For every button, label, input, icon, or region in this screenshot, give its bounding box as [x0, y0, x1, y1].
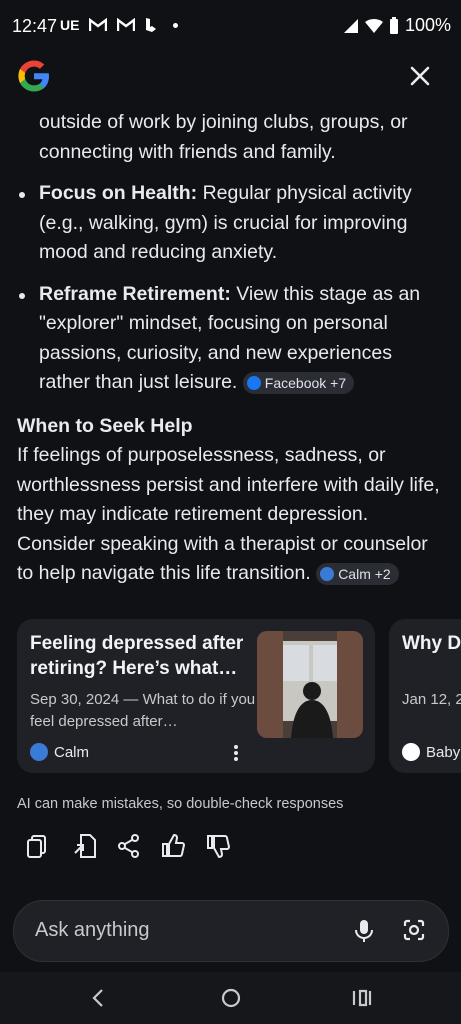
card-source: Calm [30, 743, 89, 761]
source-chip-calm[interactable]: Calm +2 [316, 562, 399, 585]
gmail-icon [117, 18, 136, 31]
section-paragraph: If feelings of purposelessness, sadness,… [17, 441, 447, 589]
ask-input-placeholder[interactable]: Ask anything [35, 919, 150, 942]
copy-icon[interactable] [26, 833, 71, 859]
card-snippet: Jan 12, 2( no longe [402, 691, 461, 708]
system-navigation-bar [0, 972, 461, 1024]
share-icon[interactable] [116, 833, 161, 859]
response-actions [26, 833, 251, 859]
source-chip-facebook[interactable]: Facebook +7 [242, 371, 355, 394]
thumbs-up-icon[interactable] [161, 833, 206, 859]
gmail-icon [89, 18, 108, 31]
source-card[interactable]: Feeling depressed after retiring? Here’s… [17, 619, 375, 773]
export-icon[interactable] [71, 833, 116, 859]
notification-icons: UE [60, 17, 179, 33]
facebook-icon [246, 375, 261, 390]
battery-level: 100% [404, 15, 451, 35]
system-icons: 100% [343, 15, 451, 36]
wifi-icon [364, 18, 383, 33]
google-lens-icon[interactable] [402, 918, 426, 942]
home-icon[interactable] [219, 986, 243, 1010]
google-g-logo [18, 60, 49, 92]
calm-icon [30, 743, 48, 761]
ai-disclaimer: AI can make mistakes, so double-check re… [17, 796, 344, 812]
battery-icon [389, 16, 398, 34]
calm-icon [320, 566, 335, 581]
card-source: Babyl [402, 743, 461, 761]
card-thumbnail [257, 631, 363, 738]
signal-icon [343, 18, 358, 33]
source-card[interactable]: Why D Retirin Jan 12, 2( no longe Babyl [389, 619, 461, 773]
recent-apps-icon[interactable] [351, 986, 373, 1010]
ai-answer-content: outside of work by joining clubs, groups… [17, 108, 447, 589]
bullet-dot [19, 192, 25, 198]
card-snippet: Sep 30, 2024 — What to do if you feel de… [30, 691, 256, 730]
ask-input-bar[interactable]: Ask anything [13, 900, 449, 962]
bullet-heading: Focus on Health: [39, 182, 198, 204]
source-cards-carousel[interactable]: Feeling depressed after retiring? Here’s… [17, 619, 461, 775]
card-title[interactable]: Why D Retirin [402, 631, 461, 656]
close-icon[interactable] [406, 62, 434, 90]
section-heading: When to Seek Help [17, 414, 193, 437]
ue-icon: UE [60, 17, 80, 33]
chip-label: Facebook +7 [264, 374, 347, 391]
chip-label: Calm +2 [338, 565, 391, 582]
bullet-dot [19, 292, 25, 299]
thumbs-down-icon[interactable] [206, 833, 251, 859]
status-time: 12:47 [12, 16, 58, 36]
status-bar: 12:47 UE 100% [0, 0, 461, 52]
card-source-name: Calm [54, 743, 90, 761]
bing-icon [146, 18, 157, 32]
bullet-reframe-retirement: Reframe Retirement: View this stage as a… [17, 280, 447, 398]
more-options-icon[interactable] [229, 743, 243, 763]
bullet-heading: Reframe Retirement: [39, 282, 231, 305]
dot-icon [173, 22, 179, 28]
card-source-name: Babyl [426, 743, 461, 761]
partial-paragraph: outside of work by joining clubs, groups… [39, 111, 408, 163]
babylon-icon [402, 743, 420, 761]
bullet-focus-on-health: Focus on Health: Regular physical activi… [17, 179, 447, 268]
card-title[interactable]: Feeling depressed after retiring? Here’s… [30, 631, 258, 681]
microphone-icon[interactable] [353, 918, 375, 944]
back-icon[interactable] [88, 986, 108, 1010]
